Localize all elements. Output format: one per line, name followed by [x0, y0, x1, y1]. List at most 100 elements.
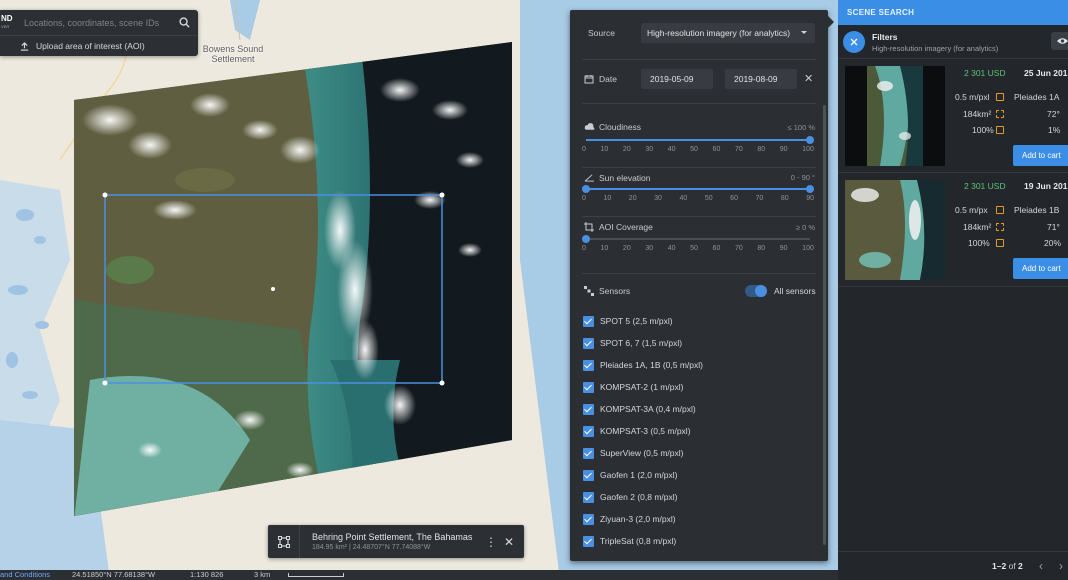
sun-elevation-icon	[584, 174, 594, 182]
scale-ratio: 1:130 826	[190, 570, 224, 579]
scene-card[interactable]: 2 301 USD 19 Jun 201 0.5 m/px Pleiades 1…	[838, 173, 1068, 287]
slider-tick-label: 60	[712, 146, 721, 153]
source-select[interactable]: High-resolution imagery (for analytics)	[641, 23, 815, 43]
slider-tick-label: 30	[645, 146, 654, 153]
logo-subtext: VER	[1, 23, 10, 29]
slider-tick-label: 70	[755, 195, 764, 202]
app-logo: ND VER	[0, 14, 20, 31]
pagination: 1–2 of 2 ‹ ›	[838, 551, 1068, 580]
checkbox-checked-icon[interactable]	[583, 535, 594, 547]
slider-tick-label: 0	[582, 146, 586, 153]
add-to-cart-button[interactable]: Add to cart	[1013, 145, 1068, 166]
sensor-label: TripleSat (0,8 m/pxl)	[600, 536, 677, 546]
checkbox-checked-icon[interactable]	[583, 469, 594, 481]
eye-icon[interactable]	[1051, 32, 1068, 50]
resolution-icon	[996, 93, 1004, 101]
scene-sensor: Pleiades 1A	[1014, 92, 1060, 102]
aoi-coverage-slider-handle[interactable]	[582, 235, 590, 243]
add-to-cart-button[interactable]: Add to cart	[1013, 258, 1068, 279]
sun-elevation-value: 0 - 90 °	[790, 173, 815, 182]
upload-aoi-button[interactable]: Upload area of interest (AOI)	[0, 36, 198, 56]
calendar-icon	[584, 75, 594, 84]
close-icon[interactable]: ✕	[500, 531, 518, 553]
sensor-checkbox-item[interactable]: Gaofen 2 (0,8 m/pxl)	[583, 490, 677, 504]
sensor-checkbox-item[interactable]: Pleiades 1A, 1B (0,5 m/pxl)	[583, 358, 703, 372]
search-input[interactable]	[24, 11, 174, 34]
slider-tick-label: 50	[690, 245, 698, 252]
cloudiness-slider-handle[interactable]	[806, 136, 814, 144]
cloudiness-label: Cloudiness	[599, 122, 642, 132]
upload-icon	[20, 41, 29, 51]
terms-link[interactable]: and Conditions	[0, 570, 50, 580]
sensor-checkbox-item[interactable]: KOMPSAT-3 (0,5 m/pxl)	[583, 424, 691, 438]
scene-cloudiness: 1%	[1048, 125, 1061, 135]
sun-elevation-label: Sun elevation	[599, 173, 651, 183]
slider-tick-label: 40	[667, 146, 676, 153]
checkbox-checked-icon[interactable]	[583, 491, 594, 503]
sensor-checkbox-item[interactable]: KOMPSAT-2 (1 m/pxl)	[583, 380, 683, 394]
cloudiness-slider[interactable]	[586, 136, 814, 144]
chevron-down-icon	[801, 31, 807, 34]
scale-distance: 3 km	[254, 570, 271, 579]
map-status-bar: and Conditions 24.51850°N 77.68138°W 1:1…	[0, 570, 838, 580]
scene-card[interactable]: 2 301 USD 25 Jun 201 0.5 m/pxl Pleiades …	[838, 60, 1068, 173]
sensor-checkbox-item[interactable]: SPOT 5 (2,5 m/pxl)	[583, 314, 673, 328]
aoi-frame-icon[interactable]	[268, 525, 300, 558]
checkbox-checked-icon[interactable]	[583, 381, 594, 393]
prev-page-icon[interactable]: ‹	[1034, 558, 1048, 574]
slider-tick-label: 60	[712, 245, 721, 252]
checkbox-checked-icon[interactable]	[583, 513, 594, 525]
sensor-checkbox-item[interactable]: SPOT 6, 7 (1,5 m/pxl)	[583, 336, 682, 350]
date-to-input[interactable]: 2019-08-09	[725, 69, 797, 89]
date-from-input[interactable]: 2019-05-09	[641, 69, 713, 89]
sensor-checkbox-item[interactable]: SuperView (0,5 m/pxl)	[583, 446, 683, 460]
slider-tick-label: 90	[779, 146, 788, 153]
scene-coverage: 100%	[968, 238, 990, 248]
sensor-checkbox-item[interactable]: Ziyuan-3 (2,0 m/pxl)	[583, 512, 676, 526]
aoi-coverage-label: AOI Coverage	[599, 222, 653, 232]
scene-thumbnail[interactable]	[845, 66, 945, 166]
sensor-label: KOMPSAT-2 (1 m/pxl)	[600, 382, 684, 392]
filter-panel: Source High-resolution imagery (for anal…	[570, 10, 834, 561]
place-label-line1: Bowens Sound	[202, 44, 264, 54]
satellite-icon	[584, 286, 594, 296]
scene-sensor: Pleiades 1B	[1014, 205, 1060, 215]
checkbox-checked-icon[interactable]	[583, 425, 594, 437]
sensor-label: KOMPSAT-3A (0,4 m/pxl)	[600, 404, 696, 414]
next-page-icon[interactable]: ›	[1054, 558, 1068, 574]
place-label-line2: Settlement	[211, 54, 255, 64]
checkbox-checked-icon[interactable]	[583, 447, 594, 459]
sensor-checkbox-item[interactable]: KOMPSAT-3A (0,4 m/pxl)	[583, 402, 696, 416]
clear-date-icon[interactable]: ✕	[804, 72, 813, 85]
checkbox-checked-icon[interactable]	[583, 337, 594, 349]
close-filters-icon[interactable]	[843, 31, 865, 53]
scene-thumbnail[interactable]	[845, 180, 945, 280]
all-sensors-toggle[interactable]	[745, 285, 767, 297]
scene-coverage: 100%	[972, 125, 994, 135]
slider-tick-label: 30	[645, 245, 654, 252]
sun-elevation-slider[interactable]	[582, 185, 814, 193]
source-label: Source	[588, 28, 615, 38]
slider-tick-label: 20	[622, 146, 631, 153]
slider-tick-label: 90	[806, 195, 814, 202]
filters-title: Filters	[872, 32, 898, 42]
aoi-coverage-value: ≥ 0 %	[795, 223, 815, 232]
sensor-label: KOMPSAT-3 (0,5 m/pxl)	[600, 426, 691, 436]
all-sensors-label: All sensors	[774, 286, 816, 296]
slider-tick-label: 40	[679, 195, 688, 202]
checkbox-checked-icon[interactable]	[583, 359, 594, 371]
slider-tick-label: 80	[780, 195, 789, 202]
checkbox-checked-icon[interactable]	[583, 315, 594, 327]
sun-elevation-min-handle[interactable]	[582, 185, 590, 193]
filter-scrollbar[interactable]	[823, 105, 826, 545]
checkbox-checked-icon[interactable]	[583, 403, 594, 415]
sensor-checkbox-item[interactable]: TripleSat (0,8 m/pxl)	[583, 534, 676, 548]
filters-subtitle: High-resolution imagery (for analytics)	[872, 44, 999, 53]
sensor-checkbox-item[interactable]: Gaofen 1 (2,0 m/pxl)	[583, 468, 677, 482]
aoi-coverage-slider[interactable]	[582, 235, 810, 243]
search-icon[interactable]	[174, 13, 194, 33]
slider-tick-label: 40	[667, 245, 676, 252]
more-options-icon[interactable]: ⋮	[482, 531, 500, 553]
sensor-label: Ziyuan-3 (2,0 m/pxl)	[600, 514, 676, 524]
sun-elevation-max-handle[interactable]	[806, 185, 814, 193]
